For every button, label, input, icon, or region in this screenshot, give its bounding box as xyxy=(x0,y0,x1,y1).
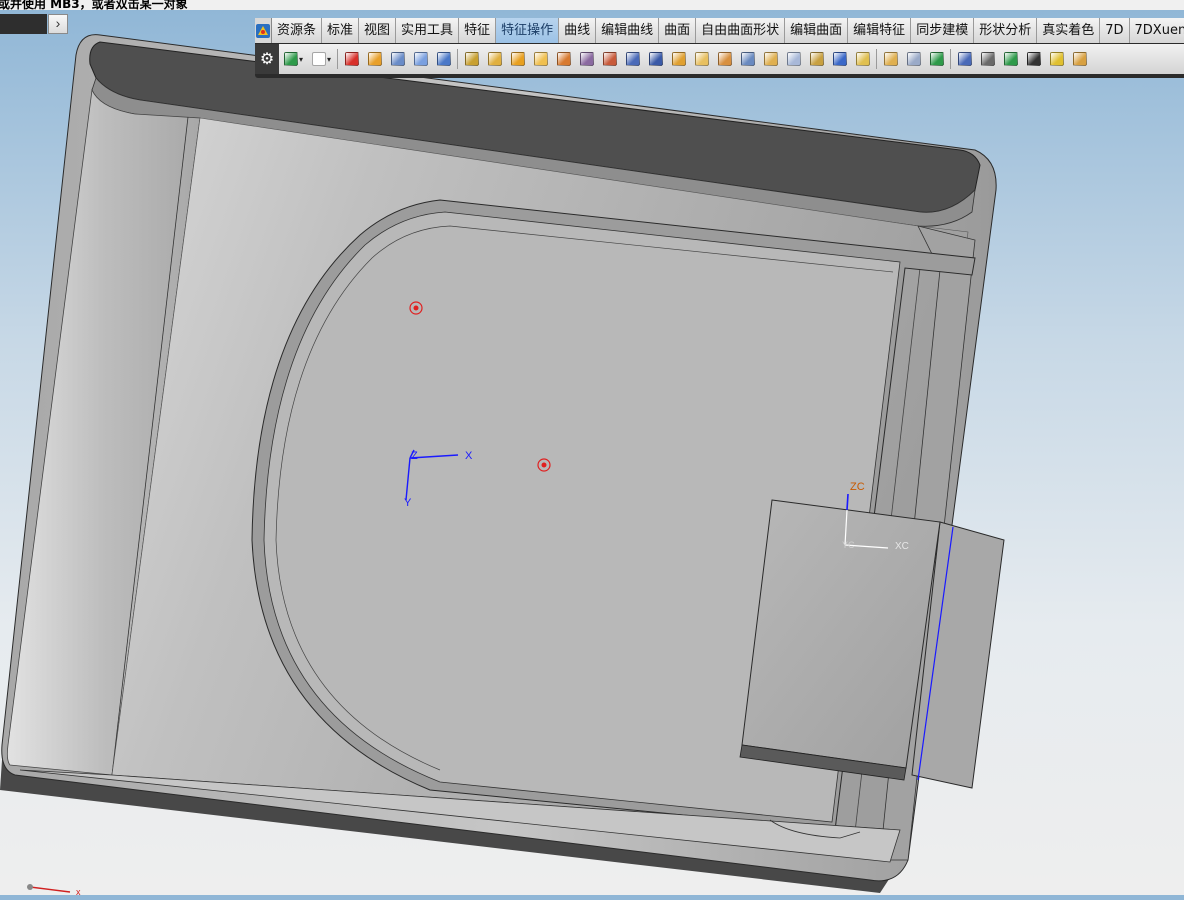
tab-5[interactable]: 特征 xyxy=(459,18,497,43)
move-face-icon[interactable] xyxy=(1003,52,1018,66)
subtract-icon[interactable] xyxy=(957,52,972,66)
book-icon[interactable] xyxy=(648,52,663,66)
triad-z-label: Z xyxy=(411,450,418,462)
pattern-icon[interactable] xyxy=(602,52,617,66)
triad-x-label: X xyxy=(465,450,473,462)
gear-icon[interactable]: ⚙ xyxy=(255,44,279,74)
block-feature-top[interactable] xyxy=(741,499,941,769)
soft-blend-icon[interactable] xyxy=(533,52,548,66)
toolbar-separator xyxy=(950,49,952,69)
sew-icon[interactable] xyxy=(763,52,778,66)
wcs-yc-label: YC xyxy=(842,540,855,550)
ribbon-tabs: 资源条 标准 视图 实用工具 特征 特征操作 曲线 编辑曲线 曲面 自由曲面形状 编辑曲面 编辑特征同… xyxy=(255,18,1184,43)
unite-icon[interactable] xyxy=(855,52,870,66)
chamfer-icon[interactable] xyxy=(487,52,502,66)
thread-icon[interactable] xyxy=(579,52,594,66)
feature-operation-toolbar: ⚙ ▾ ▾ xyxy=(255,44,1184,74)
extract-icon[interactable] xyxy=(906,52,921,66)
mini-axis-label: x xyxy=(76,887,81,895)
tab-4[interactable]: 实用工具 xyxy=(396,18,460,43)
tab-6[interactable]: 特征操作 xyxy=(496,18,560,43)
patch-icon[interactable] xyxy=(786,52,801,66)
tab-11[interactable]: 编辑曲面 xyxy=(785,18,849,43)
revolve-icon[interactable] xyxy=(367,52,382,66)
tab-9[interactable]: 曲面 xyxy=(659,18,697,43)
tab-16[interactable]: 7D xyxy=(1100,18,1130,43)
extrude-icon[interactable] xyxy=(344,52,359,66)
scale-body-icon[interactable] xyxy=(694,52,709,66)
status-prompt: 或并使用 MB3，或者双击某一对象 xyxy=(0,0,188,10)
app-logo-icon[interactable] xyxy=(255,18,272,43)
tab-8[interactable]: 编辑曲线 xyxy=(596,18,660,43)
tab-12[interactable]: 编辑特征 xyxy=(848,18,912,43)
part-model[interactable]: X Y Z ZC XC YC x xyxy=(0,0,1184,897)
intersect-icon[interactable] xyxy=(980,52,995,66)
triad-y-label: Y xyxy=(404,497,412,509)
tab-1[interactable]: 资源条 xyxy=(272,18,323,43)
instance-icon[interactable] xyxy=(883,52,898,66)
wcs-zc-label: ZC xyxy=(850,481,865,493)
promote-icon[interactable] xyxy=(929,52,944,66)
boss-icon[interactable] xyxy=(413,52,428,66)
selection-filter-icon[interactable] xyxy=(311,52,326,66)
split-body-icon[interactable] xyxy=(740,52,755,66)
draft-icon[interactable] xyxy=(1072,52,1087,66)
edge-blend-icon[interactable] xyxy=(464,52,479,66)
expand-button[interactable]: › xyxy=(48,14,68,34)
tab-14[interactable]: 形状分析 xyxy=(974,18,1038,43)
tab-3[interactable]: 视图 xyxy=(359,18,397,43)
tab-17[interactable]: 7DXuenxi xyxy=(1129,18,1184,43)
toolbar-separator xyxy=(457,49,459,69)
tab-7[interactable]: 曲线 xyxy=(559,18,597,43)
view-triad-mini: x xyxy=(27,884,81,897)
graphics-viewport[interactable]: X Y Z ZC XC YC x xyxy=(0,0,1184,897)
toolbar-separator xyxy=(337,49,339,69)
wrap-icon[interactable] xyxy=(809,52,824,66)
tab-2[interactable]: 标准 xyxy=(322,18,360,43)
trim-body-icon[interactable] xyxy=(717,52,732,66)
tab-13[interactable]: 同步建模 xyxy=(911,18,975,43)
wcs-orient-icon[interactable] xyxy=(283,52,298,66)
tab-15[interactable]: 真实着色 xyxy=(1037,18,1101,43)
replace-face-icon[interactable] xyxy=(1049,52,1064,66)
chevron-down-icon[interactable]: ▾ xyxy=(299,55,303,64)
status-bar: 或并使用 MB3，或者双击某一对象 xyxy=(0,0,1184,10)
shell-icon[interactable] xyxy=(556,52,571,66)
face-blend-icon[interactable] xyxy=(510,52,525,66)
toolbar-area: 资源条 标准 视图 实用工具 特征 特征操作 曲线 编辑曲线 曲面 自由曲面形状 编辑曲面 编辑特征同… xyxy=(255,18,1184,78)
toolbar-separator xyxy=(876,49,878,69)
offset-face-icon[interactable] xyxy=(671,52,686,66)
delete-face-icon[interactable] xyxy=(1026,52,1041,66)
hole-icon[interactable] xyxy=(390,52,405,66)
pad-icon[interactable] xyxy=(436,52,451,66)
chevron-down-icon[interactable]: ▾ xyxy=(327,55,331,64)
mirror-icon[interactable] xyxy=(625,52,640,66)
tab-10[interactable]: 自由曲面形状 xyxy=(696,18,786,43)
resource-bar-strip xyxy=(0,14,47,34)
block-icon[interactable] xyxy=(832,52,847,66)
wcs-xc-label: XC xyxy=(895,541,909,552)
